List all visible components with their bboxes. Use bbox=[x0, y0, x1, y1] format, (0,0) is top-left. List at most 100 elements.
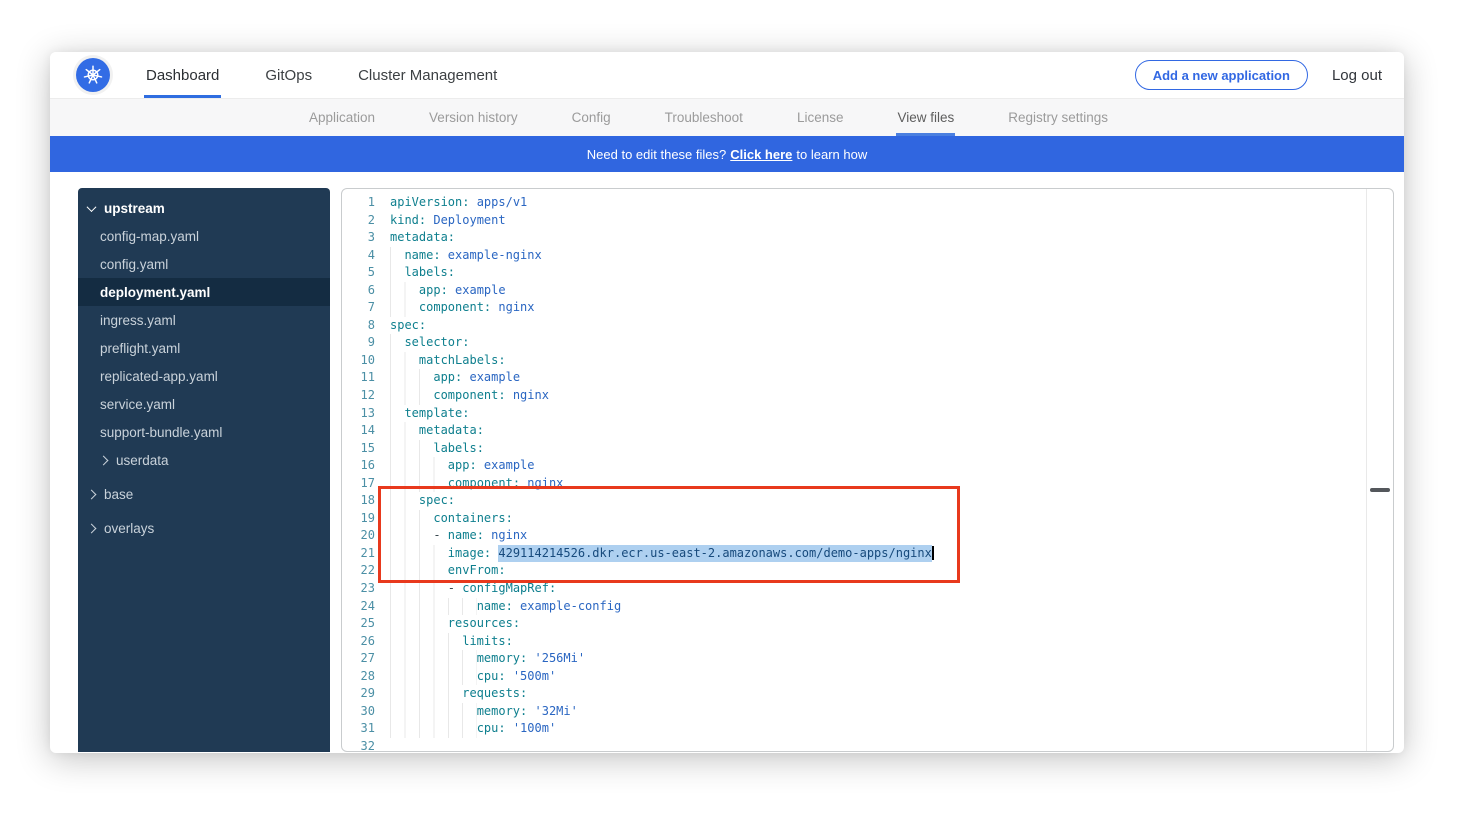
code-line[interactable]: 31cpu: '100m' bbox=[342, 720, 1393, 738]
chevron-right-icon bbox=[87, 523, 97, 533]
nav-cluster-management[interactable]: Cluster Management bbox=[356, 52, 499, 98]
code-line[interactable]: 28cpu: '500m' bbox=[342, 668, 1393, 686]
code-line[interactable]: 3metadata: bbox=[342, 229, 1393, 247]
nav-dashboard[interactable]: Dashboard bbox=[144, 52, 221, 98]
folder-overlays[interactable]: overlays bbox=[78, 514, 330, 542]
code-line[interactable]: 21image: 429114214526.dkr.ecr.us-east-2.… bbox=[342, 545, 1393, 563]
code-line[interactable]: 10matchLabels: bbox=[342, 352, 1393, 370]
top-header: Dashboard GitOps Cluster Management Add a … bbox=[50, 52, 1404, 99]
code-line[interactable]: 9selector: bbox=[342, 334, 1393, 352]
code-line[interactable]: 27memory: '256Mi' bbox=[342, 650, 1393, 668]
tab-troubleshoot[interactable]: Troubleshoot bbox=[664, 99, 744, 136]
file-replicated-app-yaml[interactable]: replicated-app.yaml bbox=[78, 362, 330, 390]
nav-gitops[interactable]: GitOps bbox=[263, 52, 314, 98]
code-token: nginx bbox=[506, 387, 549, 405]
code-token: envFrom: bbox=[448, 562, 506, 580]
file-deployment-yaml[interactable]: deployment.yaml bbox=[78, 278, 330, 306]
line-number: 2 bbox=[342, 212, 390, 230]
scrollbar-thumb[interactable] bbox=[1370, 488, 1390, 492]
code-line[interactable]: 17component: nginx bbox=[342, 475, 1393, 493]
code-line[interactable]: 16app: example bbox=[342, 457, 1393, 475]
line-number: 24 bbox=[342, 598, 390, 616]
code-line[interactable]: 14metadata: bbox=[342, 422, 1393, 440]
click-here-link[interactable]: Click here bbox=[730, 147, 792, 162]
code-line[interactable]: 13template: bbox=[342, 405, 1393, 423]
banner-text-suffix: to learn how bbox=[796, 147, 867, 162]
folder-upstream[interactable]: upstream bbox=[78, 194, 330, 222]
code-token: memory: bbox=[477, 703, 528, 721]
file-support-bundle-yaml[interactable]: support-bundle.yaml bbox=[78, 418, 330, 446]
code-line[interactable]: 1apiVersion: apps/v1 bbox=[342, 194, 1393, 212]
line-number: 29 bbox=[342, 685, 390, 703]
code-token: component: bbox=[419, 299, 491, 317]
yaml-editor[interactable]: 1apiVersion: apps/v12kind: Deployment3me… bbox=[341, 188, 1394, 752]
tree-item-label: service.yaml bbox=[100, 397, 175, 412]
code-line[interactable]: 2kind: Deployment bbox=[342, 212, 1393, 230]
line-number: 1 bbox=[342, 194, 390, 212]
code-text: cpu: '500m' bbox=[390, 668, 556, 686]
code-token: cpu: bbox=[477, 668, 506, 686]
code-token: name: bbox=[448, 527, 484, 545]
code-line[interactable]: 18spec: bbox=[342, 492, 1393, 510]
code-line[interactable]: 15labels: bbox=[342, 440, 1393, 458]
code-line[interactable]: 5labels: bbox=[342, 264, 1393, 282]
code-line[interactable]: 30memory: '32Mi' bbox=[342, 703, 1393, 721]
line-number: 22 bbox=[342, 562, 390, 580]
line-number: 21 bbox=[342, 545, 390, 563]
kubernetes-logo-icon[interactable] bbox=[76, 58, 110, 92]
indent-guides bbox=[390, 264, 404, 282]
code-line[interactable]: 25resources: bbox=[342, 615, 1393, 633]
code-line[interactable]: 26limits: bbox=[342, 633, 1393, 651]
line-number: 26 bbox=[342, 633, 390, 651]
code-token: kind: bbox=[390, 212, 426, 230]
tab-registry-settings[interactable]: Registry settings bbox=[1007, 99, 1109, 136]
file-preflight-yaml[interactable]: preflight.yaml bbox=[78, 334, 330, 362]
code-line[interactable]: 29requests: bbox=[342, 685, 1393, 703]
code-text: - name: nginx bbox=[390, 527, 527, 545]
tab-view-files[interactable]: View files bbox=[896, 99, 955, 136]
tab-license[interactable]: License bbox=[796, 99, 845, 136]
line-number: 11 bbox=[342, 369, 390, 387]
tab-version-history[interactable]: Version history bbox=[428, 99, 519, 136]
code-line[interactable]: 6app: example bbox=[342, 282, 1393, 300]
code-line[interactable]: 7component: nginx bbox=[342, 299, 1393, 317]
admin-console-window: Dashboard GitOps Cluster Management Add a … bbox=[50, 52, 1404, 753]
logout-button[interactable]: Log out bbox=[1332, 67, 1382, 84]
indent-guides bbox=[390, 440, 433, 458]
code-line[interactable]: 8spec: bbox=[342, 317, 1393, 335]
code-line[interactable]: 20- name: nginx bbox=[342, 527, 1393, 545]
code-token: metadata: bbox=[390, 229, 455, 247]
line-number: 17 bbox=[342, 475, 390, 493]
file-config-map-yaml[interactable]: config-map.yaml bbox=[78, 222, 330, 250]
tab-application[interactable]: Application bbox=[308, 99, 376, 136]
code-text: labels: bbox=[390, 264, 455, 282]
code-line[interactable]: 32 bbox=[342, 738, 1393, 752]
code-line[interactable]: 22 envFrom: bbox=[342, 562, 1393, 580]
folder-base[interactable]: base bbox=[78, 480, 330, 508]
code-token: labels: bbox=[433, 440, 484, 458]
code-line[interactable]: 24name: example-config bbox=[342, 598, 1393, 616]
code-text: app: example bbox=[390, 282, 506, 300]
code-text: envFrom: bbox=[390, 562, 506, 580]
code-line[interactable]: 23- configMapRef: bbox=[342, 580, 1393, 598]
folder-userdata[interactable]: userdata bbox=[78, 446, 330, 474]
indent-guides bbox=[390, 598, 477, 616]
file-config-yaml[interactable]: config.yaml bbox=[78, 250, 330, 278]
tree-item-label: preflight.yaml bbox=[100, 341, 180, 356]
code-token: '256Mi' bbox=[527, 650, 585, 668]
edit-files-banner: Need to edit these files? Click here to … bbox=[50, 136, 1404, 172]
line-number: 4 bbox=[342, 247, 390, 265]
code-token: - bbox=[448, 580, 462, 598]
code-area[interactable]: 1apiVersion: apps/v12kind: Deployment3me… bbox=[342, 189, 1393, 751]
indent-guides bbox=[390, 510, 433, 528]
file-ingress-yaml[interactable]: ingress.yaml bbox=[78, 306, 330, 334]
tab-config[interactable]: Config bbox=[571, 99, 612, 136]
code-line[interactable]: 4name: example-nginx bbox=[342, 247, 1393, 265]
add-new-application-button[interactable]: Add a new application bbox=[1135, 60, 1308, 90]
file-service-yaml[interactable]: service.yaml bbox=[78, 390, 330, 418]
tree-item-label: config-map.yaml bbox=[100, 229, 199, 244]
code-token: labels: bbox=[404, 264, 455, 282]
code-line[interactable]: 19containers: bbox=[342, 510, 1393, 528]
code-line[interactable]: 11app: example bbox=[342, 369, 1393, 387]
code-line[interactable]: 12component: nginx bbox=[342, 387, 1393, 405]
